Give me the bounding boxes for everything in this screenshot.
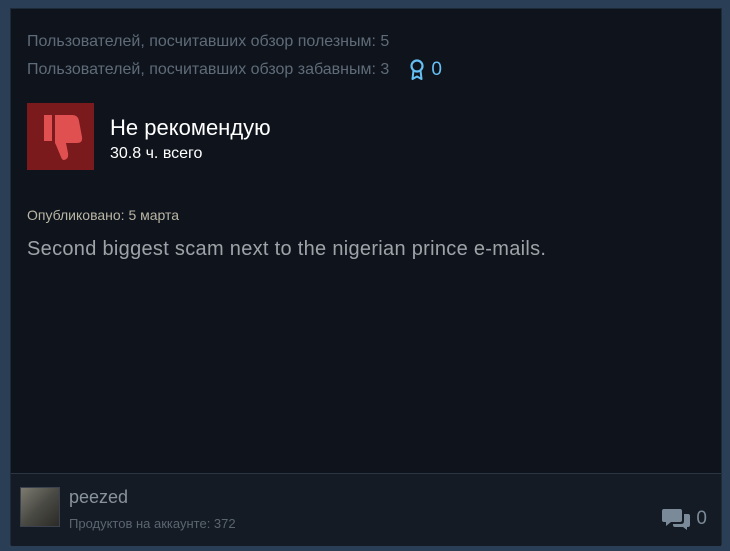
verdict-title[interactable]: Не рекомендую <box>110 115 271 141</box>
playtime-hours: 30.8 ч. всего <box>110 145 203 162</box>
review-card: Пользователей, посчитавших обзор полезны… <box>10 8 722 546</box>
comments-count: 0 <box>696 508 707 529</box>
review-author-footer: peezed Продуктов на аккаунте: 372 0 <box>11 473 721 546</box>
posted-date: Опубликовано: 5 марта <box>27 207 180 223</box>
author-name[interactable]: peezed <box>69 487 128 508</box>
verdict-text: Не рекомендую 30.8 ч. всего <box>110 115 271 165</box>
funny-count-line: Пользователей, посчитавших обзор забавны… <box>27 56 442 84</box>
awards-button[interactable]: 0 <box>409 56 442 84</box>
funny-count-text: Пользователей, посчитавших обзор забавны… <box>27 61 390 78</box>
avatar[interactable] <box>20 487 60 527</box>
review-verdict: Не рекомендую 30.8 ч. всего <box>27 103 271 170</box>
helpful-count-text: Пользователей, посчитавших обзор полезны… <box>27 33 390 50</box>
author-products-count: Продуктов на аккаунте: 372 <box>69 516 236 531</box>
review-body: Second biggest scam next to the nigerian… <box>27 238 547 260</box>
thumbs-down-icon[interactable] <box>27 103 94 170</box>
award-ribbon-icon <box>410 59 424 80</box>
comment-bubbles-icon <box>662 509 691 530</box>
awards-count: 0 <box>431 59 442 80</box>
helpful-count-line: Пользователей, посчитавших обзор полезны… <box>27 28 442 56</box>
comments-button[interactable]: 0 <box>662 507 707 531</box>
review-stats: Пользователей, посчитавших обзор полезны… <box>27 28 442 84</box>
